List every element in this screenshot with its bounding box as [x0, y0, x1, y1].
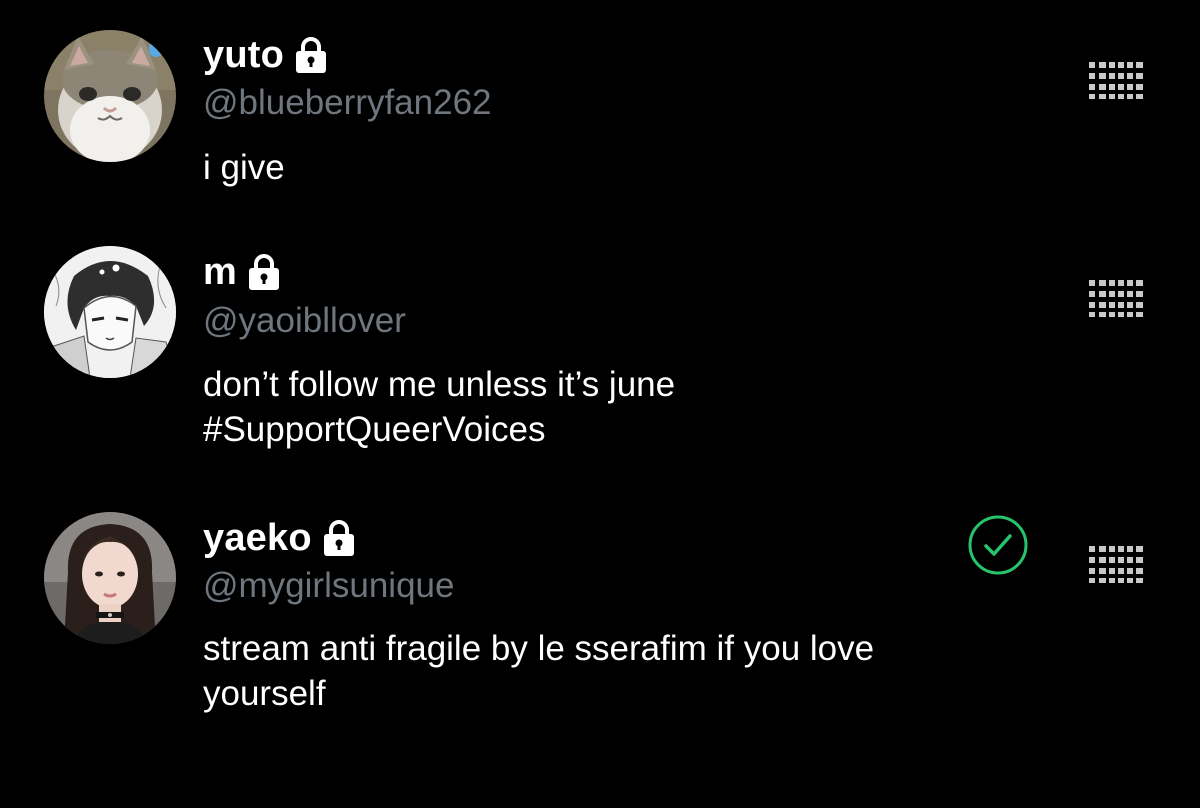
account-handle: @blueberryfan262 — [203, 83, 492, 122]
person-photo-avatar-icon — [44, 512, 176, 644]
account-handle: @yaoibllover — [203, 301, 406, 340]
bio-hashtag-link[interactable]: #SupportQueerVoices — [203, 407, 1023, 452]
cat-avatar-icon — [44, 30, 176, 162]
display-name-line: yuto — [203, 33, 328, 77]
bio-line: don’t follow me unless it’s june — [203, 365, 676, 404]
account-bio: don’t follow me unless it’s june #Suppor… — [203, 362, 1023, 452]
display-name-line: m — [203, 250, 281, 294]
account-bio: stream anti fragile by le sserafim if yo… — [203, 626, 1023, 716]
account-row[interactable]: yaeko @mygirlsunique stream anti fragile… — [0, 490, 1200, 808]
reorder-handle-icon[interactable] — [1085, 544, 1147, 584]
anime-sketch-avatar-icon — [44, 246, 176, 378]
reorder-handle-icon[interactable] — [1085, 278, 1147, 318]
lock-icon — [323, 520, 354, 556]
account-handle: @mygirlsunique — [203, 566, 455, 605]
account-bio: i give — [203, 145, 1023, 190]
display-name: m — [203, 251, 237, 293]
account-row[interactable]: m @yaoibllover don’t follow me unless it… — [0, 230, 1200, 490]
account-row[interactable]: yuto @blueberryfan262 i give — [0, 0, 1200, 230]
display-name: yuto — [203, 34, 285, 76]
following-check-icon[interactable] — [967, 514, 1029, 576]
lock-icon — [249, 254, 279, 290]
bio-line: yourself — [203, 674, 326, 713]
bio-line: stream anti fragile by le sserafim if yo… — [203, 629, 875, 668]
display-name: yaeko — [203, 517, 312, 559]
bio-line: i give — [203, 148, 285, 187]
avatar[interactable] — [44, 512, 176, 644]
reorder-handle-icon[interactable] — [1085, 60, 1147, 100]
avatar[interactable] — [44, 30, 176, 162]
lock-icon — [296, 37, 327, 73]
display-name-line: yaeko — [203, 516, 356, 560]
avatar[interactable] — [44, 246, 176, 378]
